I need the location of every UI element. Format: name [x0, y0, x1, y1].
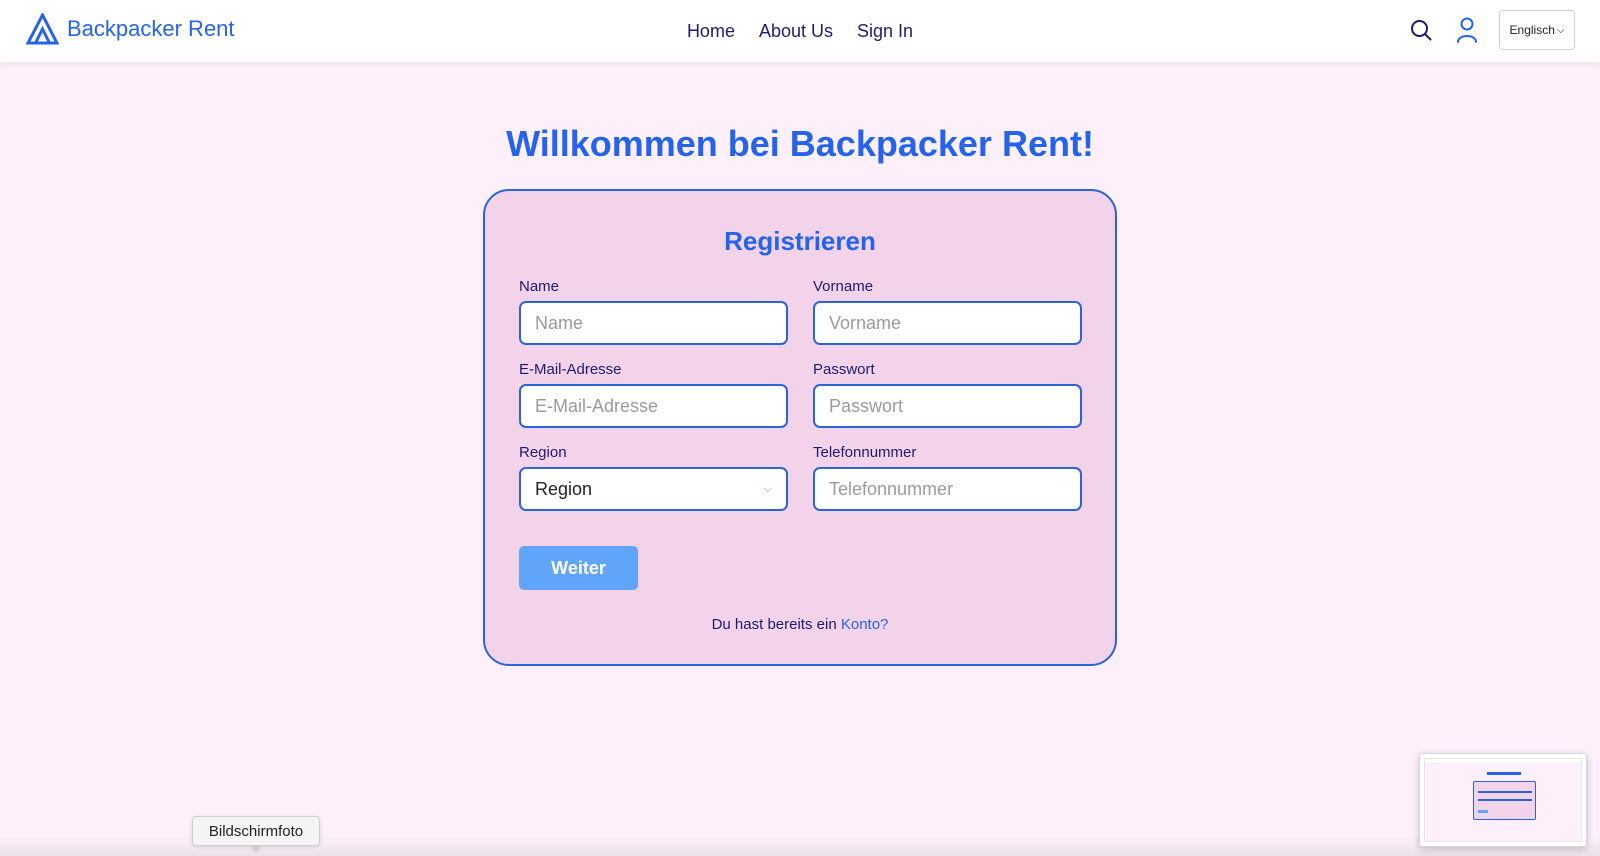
thumbnail-field	[1478, 799, 1532, 801]
login-prompt-text: Du hast bereits ein	[711, 616, 837, 633]
chevron-down-icon: ⌵	[763, 482, 772, 495]
screenshot-thumbnail[interactable]	[1419, 753, 1587, 847]
login-link[interactable]: Konto?	[841, 616, 889, 633]
name-label: Name	[519, 278, 560, 295]
thumbnail-field	[1478, 791, 1532, 793]
region-select[interactable]: Region ⌵	[519, 467, 788, 511]
vorname-input[interactable]	[813, 301, 1082, 345]
email-label: E-Mail-Adresse	[519, 361, 622, 378]
name-field-group: Name	[519, 277, 788, 345]
tooltip-arrow	[248, 845, 264, 853]
thumbnail-button	[1478, 810, 1488, 813]
region-label: Region	[519, 444, 567, 461]
search-icon	[1411, 20, 1432, 41]
brand-link[interactable]: Backpacker Rent	[26, 13, 235, 45]
thumbnail-navbar	[1425, 759, 1581, 764]
nav-sign-in[interactable]: Sign In	[857, 19, 913, 43]
page-title: Willkommen bei Backpacker Rent!	[506, 123, 1094, 164]
account-button[interactable]	[1453, 16, 1481, 44]
name-input[interactable]	[519, 301, 788, 345]
email-input[interactable]	[519, 384, 788, 428]
region-selected-value: Region	[535, 478, 593, 499]
weiter-button[interactable]: Weiter	[519, 546, 638, 590]
passwort-field-group: Passwort	[813, 360, 1082, 428]
nav-home[interactable]: Home	[687, 19, 735, 43]
passwort-label: Passwort	[813, 361, 875, 378]
region-field-group: Region Region ⌵	[519, 443, 788, 511]
search-button[interactable]	[1407, 16, 1435, 44]
brand-name: Backpacker Rent	[67, 16, 235, 41]
screenshot-tooltip: Bildschirmfoto	[192, 816, 320, 846]
vorname-label: Vorname	[813, 278, 874, 295]
user-icon	[1457, 17, 1477, 43]
telefon-label: Telefonnummer	[813, 444, 917, 461]
language-value: Englisch	[1509, 23, 1555, 37]
mountain-logo-icon	[26, 13, 59, 45]
main-nav: Home About Us Sign In	[0, 0, 1600, 62]
vorname-field-group: Vorname	[813, 277, 1082, 345]
language-select[interactable]: Englisch ⌵	[1499, 10, 1575, 50]
chevron-down-icon: ⌵	[1556, 24, 1565, 36]
nav-about-us[interactable]: About Us	[759, 19, 833, 43]
nav-actions: Englisch ⌵	[1407, 10, 1575, 50]
top-navbar: Backpacker Rent Home About Us Sign In En…	[0, 0, 1600, 62]
thumbnail-card	[1473, 781, 1536, 820]
passwort-input[interactable]	[813, 384, 1082, 428]
form-title: Registrieren	[724, 226, 876, 256]
thumbnail-preview	[1424, 758, 1582, 842]
login-prompt: Du hast bereits ein Konto?	[485, 615, 1115, 635]
thumbnail-title	[1487, 772, 1521, 775]
telefon-input[interactable]	[813, 467, 1082, 511]
registration-card: Registrieren Name Vorname E-Mail-Adresse…	[483, 189, 1117, 666]
telefon-field-group: Telefonnummer	[813, 443, 1082, 511]
email-field-group: E-Mail-Adresse	[519, 360, 788, 428]
